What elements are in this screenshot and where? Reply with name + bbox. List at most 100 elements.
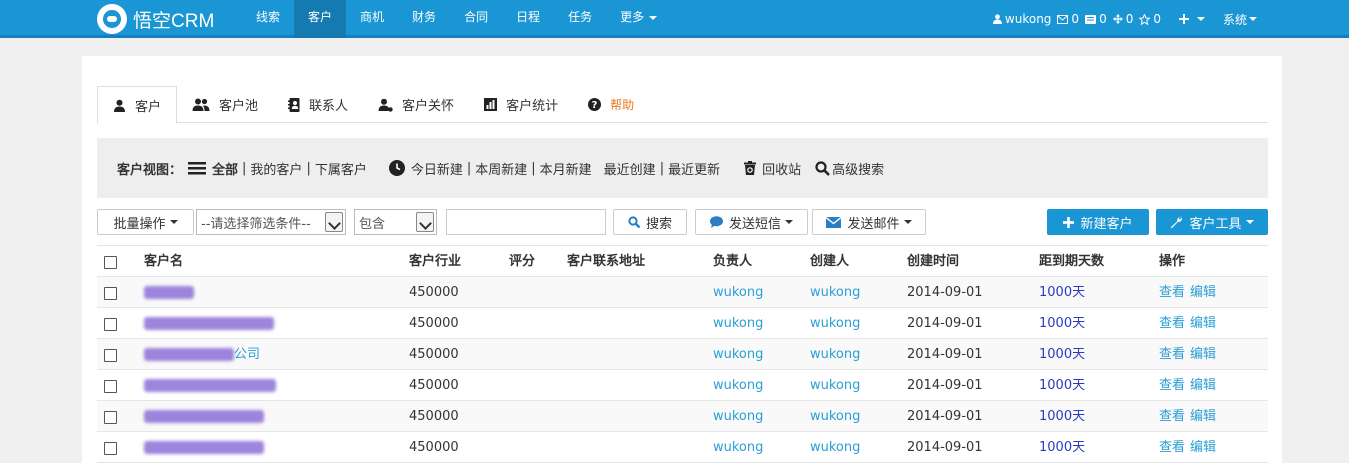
add-menu[interactable] <box>1178 14 1205 24</box>
edit-link[interactable]: 编辑 <box>1190 401 1216 432</box>
days-to-expiry-link[interactable]: 1000天 <box>1039 432 1085 463</box>
column-header[interactable]: 客户联系地址 <box>567 246 645 277</box>
owner-link[interactable]: wukong <box>713 339 763 370</box>
table-row[interactable]: 公司 450000 wukong wukong 2014-09-01 1000天… <box>97 339 1268 370</box>
column-header[interactable]: 创建人 <box>810 246 849 277</box>
new-customer-button[interactable]: 新建客户 <box>1047 209 1149 235</box>
tab-help[interactable]: ? 帮助 <box>573 86 649 123</box>
owner-link[interactable]: wukong <box>713 401 763 432</box>
search-button[interactable]: 搜索 <box>613 209 687 235</box>
view-link[interactable]: 查看 <box>1159 308 1185 339</box>
tab-customer-pool[interactable]: 客户池 <box>177 86 273 123</box>
select-all-checkbox[interactable] <box>104 256 117 269</box>
row-checkbox[interactable] <box>104 442 117 455</box>
brand[interactable]: 悟空CRM <box>97 4 214 34</box>
creator-link[interactable]: wukong <box>810 432 860 463</box>
creator-link[interactable]: wukong <box>810 277 860 308</box>
column-header[interactable]: 距到期天数 <box>1039 246 1104 277</box>
days-to-expiry-link[interactable]: 1000天 <box>1039 401 1085 432</box>
days-to-expiry-link[interactable]: 1000天 <box>1039 370 1085 401</box>
search-input[interactable] <box>446 209 606 235</box>
row-checkbox[interactable] <box>104 318 117 331</box>
edit-link[interactable]: 编辑 <box>1190 339 1216 370</box>
row-checkbox[interactable] <box>104 411 117 424</box>
view-link[interactable]: 查看 <box>1159 277 1185 308</box>
batch-actions-button[interactable]: 批量操作 <box>97 209 194 235</box>
edit-link[interactable]: 编辑 <box>1190 432 1216 463</box>
customer-name-link[interactable] <box>144 308 274 339</box>
view-link[interactable]: 查看 <box>1159 370 1185 401</box>
days-to-expiry-link[interactable]: 1000天 <box>1039 308 1085 339</box>
creator-link[interactable]: wukong <box>810 401 860 432</box>
user-care-icon <box>378 98 393 112</box>
table-row[interactable]: 450000 wukong wukong 2014-09-01 1000天 查看… <box>97 370 1268 401</box>
user-menu[interactable]: wukong <box>992 12 1051 26</box>
recycle-bin-link[interactable]: 回收站 <box>744 159 801 178</box>
row-checkbox[interactable] <box>104 349 117 362</box>
customer-name-link[interactable] <box>144 432 264 463</box>
creator-link[interactable]: wukong <box>810 370 860 401</box>
view-all-link[interactable]: 全部 <box>212 159 238 178</box>
nav-item-leads[interactable]: 线索 <box>242 0 294 38</box>
recent-updated-link[interactable]: 最近更新 <box>668 159 720 178</box>
column-header[interactable]: 客户名 <box>144 246 183 277</box>
nav-item-more[interactable]: 更多 <box>606 0 671 38</box>
edit-link[interactable]: 编辑 <box>1190 370 1216 401</box>
owner-link[interactable]: wukong <box>713 432 763 463</box>
send-email-button[interactable]: 发送邮件 <box>812 209 926 235</box>
table-row[interactable]: 450000 wukong wukong 2014-09-01 1000天 查看… <box>97 432 1268 463</box>
mail-indicator[interactable]: 0 <box>1057 12 1079 26</box>
nav-item-finance[interactable]: 财务 <box>398 0 450 38</box>
match-type-select[interactable]: 包含 <box>354 209 437 235</box>
column-header[interactable]: 负责人 <box>713 246 752 277</box>
favorites-indicator[interactable]: 0 <box>1139 12 1161 26</box>
tab-contacts[interactable]: 联系人 <box>273 86 363 123</box>
task-indicator[interactable]: 0 <box>1112 12 1133 26</box>
tab-customer-care[interactable]: 客户关怀 <box>363 86 469 123</box>
customer-name-link[interactable] <box>144 401 264 432</box>
row-checkbox[interactable] <box>104 380 117 393</box>
advanced-search-link[interactable]: 高级搜索 <box>815 159 884 178</box>
send-sms-button[interactable]: 发送短信 <box>695 209 808 235</box>
recent-created-link[interactable]: 最近创建 <box>604 159 656 178</box>
customer-name-link[interactable] <box>144 370 276 401</box>
nav-item-opportunities[interactable]: 商机 <box>346 0 398 38</box>
view-link[interactable]: 查看 <box>1159 432 1185 463</box>
customer-name-link[interactable] <box>144 277 194 308</box>
tab-customer-stats[interactable]: 客户统计 <box>469 86 573 123</box>
edit-link[interactable]: 编辑 <box>1190 277 1216 308</box>
creator-link[interactable]: wukong <box>810 308 860 339</box>
system-menu[interactable]: 系统 <box>1223 11 1257 28</box>
nav-item-tasks[interactable]: 任务 <box>554 0 606 38</box>
edit-link[interactable]: 编辑 <box>1190 308 1216 339</box>
monkey-logo-icon <box>97 4 127 34</box>
customer-name-link[interactable]: 公司 <box>144 339 260 370</box>
nav-item-customers[interactable]: 客户 <box>294 0 347 38</box>
nav-item-schedule[interactable]: 日程 <box>502 0 554 38</box>
week-created-link[interactable]: 本周新建 <box>475 159 527 178</box>
column-header[interactable]: 创建时间 <box>907 246 959 277</box>
view-sub-link[interactable]: 下属客户 <box>315 159 367 178</box>
table-row[interactable]: 450000 wukong wukong 2014-09-01 1000天 查看… <box>97 308 1268 339</box>
owner-link[interactable]: wukong <box>713 370 763 401</box>
customer-tools-button[interactable]: 客户工具 <box>1156 209 1268 235</box>
tab-customers[interactable]: 客户 <box>97 86 178 124</box>
creator-link[interactable]: wukong <box>810 339 860 370</box>
view-link[interactable]: 查看 <box>1159 339 1185 370</box>
filter-condition-select[interactable]: --请选择筛选条件-- <box>196 209 346 235</box>
message-indicator[interactable]: 0 <box>1085 12 1107 26</box>
column-header[interactable]: 客户行业 <box>409 246 461 277</box>
days-to-expiry-link[interactable]: 1000天 <box>1039 277 1085 308</box>
table-row[interactable]: 450000 wukong wukong 2014-09-01 1000天 查看… <box>97 401 1268 432</box>
owner-link[interactable]: wukong <box>713 308 763 339</box>
days-to-expiry-link[interactable]: 1000天 <box>1039 339 1085 370</box>
column-header[interactable]: 评分 <box>509 246 535 277</box>
nav-item-contracts[interactable]: 合同 <box>450 0 502 38</box>
owner-link[interactable]: wukong <box>713 277 763 308</box>
row-checkbox[interactable] <box>104 287 117 300</box>
view-mine-link[interactable]: 我的客户 <box>250 159 302 178</box>
today-created-link[interactable]: 今日新建 <box>411 159 463 178</box>
month-created-link[interactable]: 本月新建 <box>540 159 592 178</box>
view-link[interactable]: 查看 <box>1159 401 1185 432</box>
table-row[interactable]: 450000 wukong wukong 2014-09-01 1000天 查看… <box>97 277 1268 308</box>
